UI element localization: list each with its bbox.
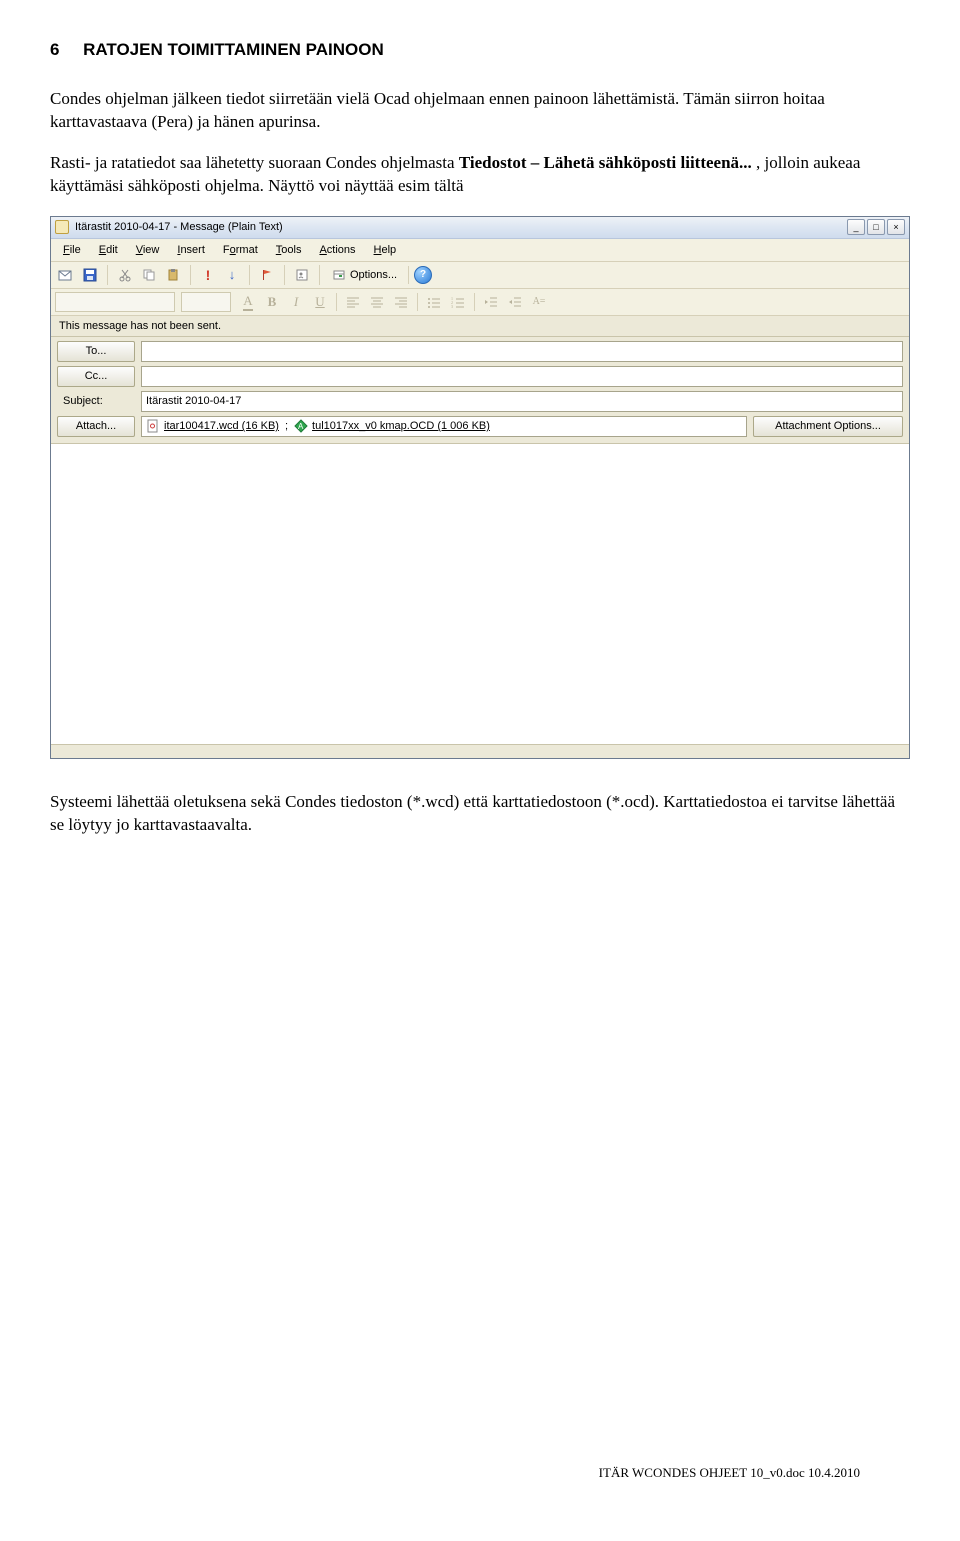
paste-icon[interactable] (162, 265, 184, 285)
cc-field[interactable] (141, 366, 903, 387)
send-icon[interactable] (55, 265, 77, 285)
svg-text:A: A (298, 422, 304, 431)
info-message: This message has not been sent. (51, 316, 909, 337)
toolbar-format: A B I U 123 A= (51, 289, 909, 316)
toolbar-main: ! ↓ Options... ? (51, 262, 909, 289)
wcd-file-icon (146, 419, 160, 433)
statusbar (51, 744, 909, 758)
cut-icon[interactable] (114, 265, 136, 285)
font-size-select[interactable] (181, 292, 231, 312)
address-book-icon[interactable] (291, 265, 313, 285)
align-center-icon[interactable] (366, 292, 388, 312)
align-left-icon[interactable] (342, 292, 364, 312)
ocd-file-icon: A (294, 419, 308, 433)
flag-icon[interactable] (256, 265, 278, 285)
paragraph-3: Systeemi lähettää oletuksena sekä Condes… (50, 791, 910, 837)
save-icon[interactable] (79, 265, 101, 285)
clear-format-icon[interactable]: A= (528, 292, 550, 312)
menu-edit[interactable]: Edit (91, 242, 126, 258)
options-label: Options... (350, 269, 397, 281)
font-family-select[interactable] (55, 292, 175, 312)
minimize-button[interactable]: _ (847, 219, 865, 235)
header-fields: To... Cc... Subject: Itärastit 2010-04-1… (51, 337, 909, 444)
svg-text:3: 3 (451, 304, 453, 308)
email-window: Itärastit 2010-04-17 - Message (Plain Te… (50, 216, 910, 759)
subject-label: Subject: (57, 395, 135, 407)
menu-format[interactable]: Format (215, 242, 266, 258)
copy-icon[interactable] (138, 265, 160, 285)
page-footer: ITÄR WCONDES OHJEET 10_v0.doc 10.4.2010 (599, 1465, 860, 1481)
attachment-1[interactable]: itar100417.wcd (16 KB) (146, 419, 279, 433)
paragraph-2: Rasti- ja ratatiedot saa lähetetty suora… (50, 152, 910, 198)
attachment-2[interactable]: A tul1017xx_v0 kmap.OCD (1 006 KB) (294, 419, 490, 433)
heading-number: 6 (50, 40, 59, 59)
menu-file[interactable]: File (55, 242, 89, 258)
maximize-button[interactable]: □ (867, 219, 885, 235)
to-field[interactable] (141, 341, 903, 362)
section-heading: 6 RATOJEN TOIMITTAMINEN PAINOON (50, 40, 910, 60)
bold-button[interactable]: B (261, 292, 283, 312)
menubar: File Edit View Insert Format Tools Actio… (51, 239, 909, 262)
help-icon[interactable]: ? (414, 266, 432, 284)
menu-help[interactable]: Help (366, 242, 405, 258)
menu-view[interactable]: View (128, 242, 168, 258)
window-title: Itärastit 2010-04-17 - Message (Plain Te… (75, 221, 847, 233)
decrease-indent-icon[interactable] (480, 292, 502, 312)
options-icon (332, 268, 346, 282)
window-icon (55, 220, 69, 234)
message-body[interactable] (51, 444, 909, 744)
font-color-icon[interactable]: A (237, 292, 259, 312)
titlebar: Itärastit 2010-04-17 - Message (Plain Te… (51, 217, 909, 239)
paragraph-1: Condes ohjelman jälkeen tiedot siirretää… (50, 88, 910, 134)
attach-field[interactable]: itar100417.wcd (16 KB) ; A tul1017xx_v0 … (141, 416, 747, 437)
underline-button[interactable]: U (309, 292, 331, 312)
options-button[interactable]: Options... (326, 265, 403, 285)
bullets-icon[interactable] (423, 292, 445, 312)
menu-insert[interactable]: Insert (169, 242, 213, 258)
italic-button[interactable]: I (285, 292, 307, 312)
align-right-icon[interactable] (390, 292, 412, 312)
low-importance-icon[interactable]: ↓ (221, 265, 243, 285)
heading-text: RATOJEN TOIMITTAMINEN PAINOON (83, 40, 384, 59)
high-importance-icon[interactable]: ! (197, 265, 219, 285)
to-button[interactable]: To... (57, 341, 135, 362)
subject-value: Itärastit 2010-04-17 (146, 395, 241, 407)
increase-indent-icon[interactable] (504, 292, 526, 312)
cc-button[interactable]: Cc... (57, 366, 135, 387)
numbering-icon[interactable]: 123 (447, 292, 469, 312)
subject-field[interactable]: Itärastit 2010-04-17 (141, 391, 903, 412)
menu-tools[interactable]: Tools (268, 242, 310, 258)
menu-actions[interactable]: Actions (311, 242, 363, 258)
attachment-options-button[interactable]: Attachment Options... (753, 416, 903, 437)
close-button[interactable]: × (887, 219, 905, 235)
attach-button[interactable]: Attach... (57, 416, 135, 437)
